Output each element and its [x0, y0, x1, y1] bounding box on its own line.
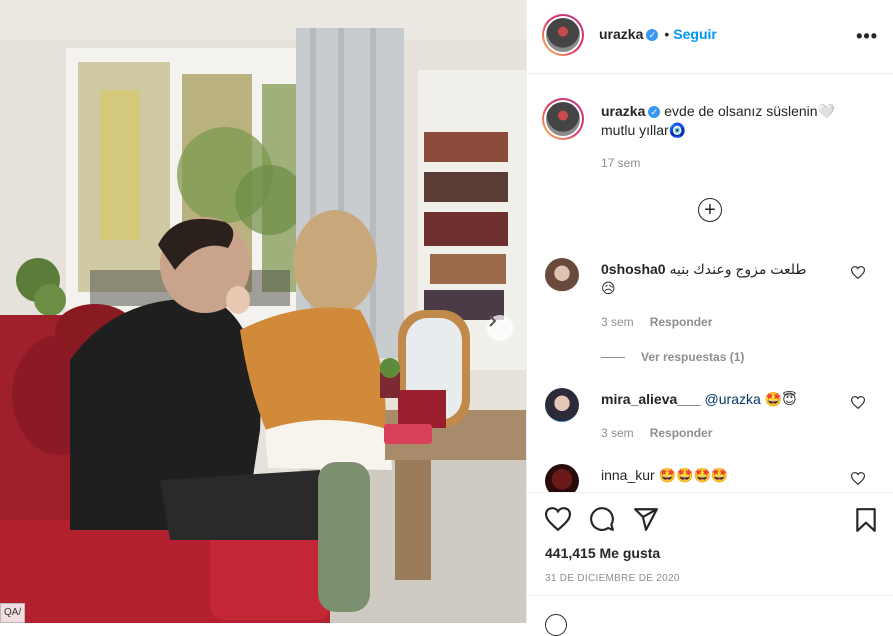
comments-area[interactable]: urazka ✓ evde de olsanız süslenin🤍 mutlu … [527, 74, 893, 492]
post-image [0, 0, 526, 623]
comment-message: طلعت مزوج وعندك بنيه [669, 261, 807, 277]
comment-item: inna_kur 🤩🤩🤩🤩 [545, 464, 885, 492]
reply-button[interactable]: Responder [650, 315, 713, 329]
likes-count[interactable]: 441,415 Me gusta [545, 545, 660, 561]
commenter-avatar[interactable] [545, 258, 579, 292]
heart-icon[interactable] [851, 472, 865, 485]
commenter-avatar[interactable] [545, 464, 579, 492]
caption-username[interactable]: urazka [601, 103, 645, 119]
comment-text: mira_alieva___ @urazka 🤩😇 [601, 390, 851, 409]
plus-circle-icon[interactable]: + [698, 198, 722, 222]
paper-plane-icon[interactable] [633, 506, 659, 532]
commenter-username[interactable]: inna_kur [601, 467, 655, 483]
post-photo[interactable]: QA/ [0, 0, 526, 623]
caption: urazka ✓ evde de olsanız süslenin🤍 mutlu … [601, 102, 871, 140]
comment-text: inna_kur 🤩🤩🤩🤩 [601, 466, 851, 485]
verified-badge-icon: ✓ [646, 28, 659, 41]
add-comment-bar[interactable] [527, 595, 893, 636]
comment-emoji: 😥 [601, 280, 616, 296]
separator-dot: • [664, 26, 670, 42]
comment-item: 0shosha0 طلعت مزوج وعندك بنيه 😥 3 sem Res… [545, 258, 885, 358]
bookmark-icon[interactable] [854, 507, 878, 533]
heart-icon[interactable] [851, 266, 865, 279]
comment-time: 3 sem [601, 426, 634, 440]
watermark-label: QA/ [0, 603, 26, 623]
chevron-right-icon [489, 315, 497, 327]
comment-meta: 3 sem Responder [601, 315, 712, 329]
view-replies-label: Ver respuestas (1) [641, 350, 745, 364]
comment-icon[interactable] [589, 506, 615, 532]
view-replies-button[interactable]: Ver respuestas (1) [601, 350, 744, 364]
author-avatar[interactable] [542, 14, 584, 56]
comment-mention[interactable]: @urazka [705, 391, 761, 407]
post-header: urazka ✓ • Seguir ••• [527, 0, 893, 74]
more-options-icon[interactable]: ••• [856, 26, 878, 47]
caption-avatar[interactable] [542, 98, 584, 140]
comment-time: 3 sem [601, 315, 634, 329]
caption-time: 17 sem [601, 156, 641, 170]
post-date: 31 DE DICIEMBRE DE 2020 [545, 573, 680, 584]
commenter-avatar[interactable] [545, 388, 579, 422]
heart-icon[interactable] [851, 396, 865, 409]
comment-emoji: 🤩🤩🤩🤩 [658, 467, 729, 483]
verified-badge-icon: ✓ [648, 106, 661, 119]
emoji-icon[interactable] [545, 614, 567, 636]
comment-emoji: 🤩😇 [764, 391, 797, 407]
heart-icon[interactable] [545, 507, 571, 531]
commenter-username[interactable]: 0shosha0 [601, 261, 666, 277]
post-actions: 441,415 Me gusta 31 DE DICIEMBRE DE 2020 [527, 492, 893, 595]
comment-text: 0shosha0 طلعت مزوج وعندك بنيه 😥 [601, 260, 851, 298]
comment-item: mira_alieva___ @urazka 🤩😇 3 sem Responder [545, 388, 885, 448]
next-image-button[interactable] [487, 315, 513, 341]
post-details-panel: urazka ✓ • Seguir ••• urazka ✓ evde de olsan… [526, 0, 893, 636]
commenter-username[interactable]: mira_alieva___ [601, 391, 701, 407]
comment-meta: 3 sem Responder [601, 426, 712, 440]
reply-button[interactable]: Responder [650, 426, 713, 440]
follow-button[interactable]: Seguir [673, 26, 717, 42]
author-username[interactable]: urazka [599, 26, 643, 42]
